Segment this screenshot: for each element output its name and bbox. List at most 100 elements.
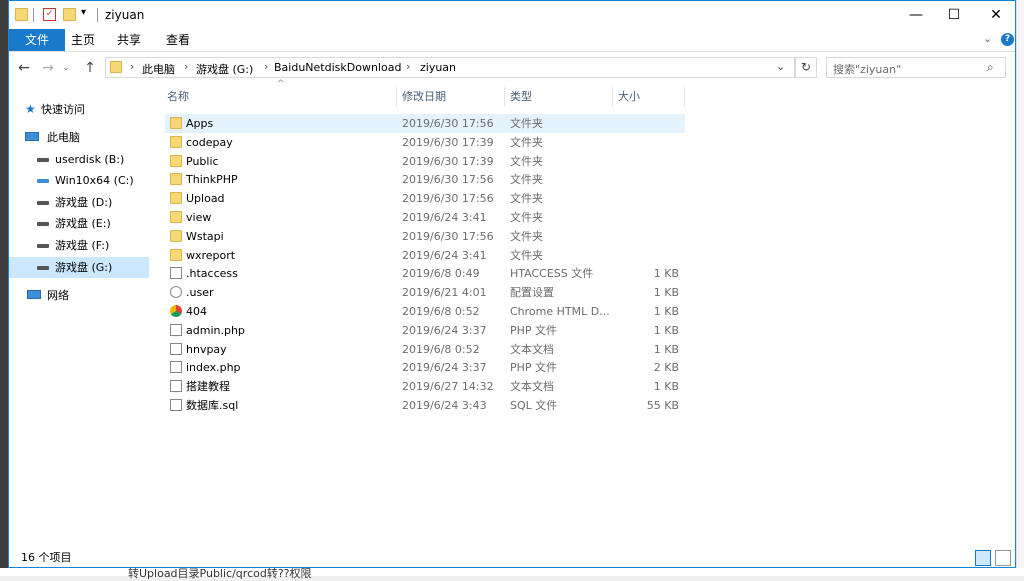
column-header-date[interactable]: 修改日期	[402, 85, 446, 109]
background-window-bottom: 转Upload目录Public/qrcod转??权限	[0, 567, 1024, 580]
sidebar-item-quick-access[interactable]: ★ 快速访问	[9, 99, 149, 120]
folder-icon	[170, 135, 182, 148]
column-divider[interactable]	[396, 87, 397, 107]
file-type: 文件夹	[510, 154, 543, 168]
file-icon	[170, 361, 182, 374]
table-row[interactable]: codepay 2019/6/30 17:39 文件夹	[165, 133, 685, 152]
tab-view[interactable]: 查看	[154, 29, 202, 51]
file-name: wxreport	[186, 248, 236, 262]
file-name: Upload	[186, 192, 225, 206]
sidebar-item-drive-e[interactable]: 游戏盘 (E:)	[9, 213, 149, 234]
sidebar-item-label: 游戏盘 (E:)	[55, 217, 111, 230]
file-date: 2019/6/8 0:52	[402, 305, 480, 318]
forward-icon[interactable]: →	[39, 59, 57, 77]
divider	[33, 8, 34, 22]
table-row[interactable]: index.php 2019/6/24 3:37 PHP 文件 2 KB	[165, 358, 685, 377]
refresh-icon[interactable]: ↻	[795, 57, 817, 78]
sidebar-item-this-pc[interactable]: 此电脑	[9, 127, 149, 148]
sidebar-item-network[interactable]: 网络	[9, 285, 149, 306]
file-date: 2019/6/24 3:37	[402, 361, 487, 375]
file-date: 2019/6/24 3:37	[402, 323, 487, 337]
table-row[interactable]: hnvpay 2019/6/8 0:52 文本文档 1 KB	[165, 340, 685, 359]
sidebar-item-drive-d[interactable]: 游戏盘 (D:)	[9, 192, 149, 213]
star-icon: ★	[25, 102, 36, 116]
sort-ascending-icon: ^	[277, 79, 285, 89]
file-date: 2019/6/8 0:49	[402, 267, 480, 281]
breadcrumb-baidu[interactable]: BaiduNetdiskDownload	[274, 61, 401, 74]
folder-icon	[110, 61, 122, 73]
file-date: 2019/6/30 17:56	[402, 117, 494, 130]
new-folder-icon[interactable]	[63, 8, 76, 21]
explorer-window: ✓ ▾ ziyuan — ☐ ✕ 文件 主页 共享 查看 ⌄ ? ← → ⌄ ↑…	[8, 0, 1016, 568]
window-title: ziyuan	[105, 8, 145, 22]
table-row[interactable]: 404 2019/6/8 0:52 Chrome HTML D... 1 KB	[165, 302, 685, 321]
sidebar-item-drive-g[interactable]: 游戏盘 (G:)	[9, 257, 149, 278]
sidebar-item-label: 游戏盘 (G:)	[55, 261, 113, 274]
table-row[interactable]: .htaccess 2019/6/8 0:49 HTACCESS 文件 1 KB	[165, 264, 685, 283]
file-icon	[170, 399, 182, 411]
tab-share[interactable]: 共享	[105, 29, 153, 51]
expand-ribbon-icon[interactable]: ⌄	[983, 32, 992, 45]
maximize-icon[interactable]: ☐	[931, 1, 977, 29]
file-name: 数据库.sql	[186, 399, 239, 412]
up-icon[interactable]: ↑	[81, 59, 99, 77]
file-name: Public	[186, 154, 219, 168]
sidebar-item-drive-f[interactable]: 游戏盘 (F:)	[9, 235, 149, 256]
table-row[interactable]: Upload 2019/6/30 17:56 文件夹	[165, 189, 685, 208]
sidebar-item-drive-c[interactable]: Win10x64 (C:)	[9, 170, 149, 191]
properties-icon[interactable]: ✓	[43, 8, 56, 21]
column-divider[interactable]	[684, 87, 685, 107]
details-view-icon[interactable]	[975, 550, 991, 566]
sidebar-item-label: 快速访问	[41, 103, 85, 116]
breadcrumb-separator: ›	[406, 60, 411, 73]
divider	[97, 8, 98, 22]
table-row[interactable]: 数据库.sql 2019/6/24 3:43 SQL 文件 55 KB	[165, 396, 685, 415]
large-icons-view-icon[interactable]	[995, 550, 1011, 566]
table-row[interactable]: .user 2019/6/21 4:01 配置设置 1 KB	[165, 283, 685, 302]
search-icon[interactable]: ⌕	[987, 60, 994, 75]
tab-home[interactable]: 主页	[59, 29, 107, 51]
table-row[interactable]: ThinkPHP 2019/6/30 17:56 文件夹	[165, 170, 685, 189]
folder-icon	[170, 117, 182, 129]
table-row[interactable]: admin.php 2019/6/24 3:37 PHP 文件 1 KB	[165, 321, 685, 340]
breadcrumb-this-pc[interactable]: 此电脑	[142, 61, 175, 77]
breadcrumb-drive-g[interactable]: 游戏盘 (G:)	[196, 61, 253, 77]
file-size: 1 KB	[653, 323, 679, 337]
file-name: index.php	[186, 361, 241, 375]
search-placeholder: 搜索"ziyuan"	[833, 63, 902, 76]
search-input[interactable]: 搜索"ziyuan" ⌕	[826, 57, 1006, 78]
tab-file[interactable]: 文件	[9, 29, 66, 51]
folder-icon	[170, 173, 182, 186]
column-divider[interactable]	[612, 87, 613, 107]
address-bar[interactable]: › 此电脑 › 游戏盘 (G:) › BaiduNetdiskDownload …	[105, 57, 795, 78]
table-row[interactable]: view 2019/6/24 3:41 文件夹	[165, 208, 685, 227]
chrome-icon	[170, 305, 182, 317]
breadcrumb-ziyuan[interactable]: ziyuan	[420, 61, 456, 74]
folder-icon	[170, 192, 182, 205]
back-icon[interactable]: ←	[15, 59, 33, 77]
column-header-type[interactable]: 类型	[510, 85, 532, 109]
table-row[interactable]: wxreport 2019/6/24 3:41 文件夹	[165, 246, 685, 265]
column-divider[interactable]	[504, 87, 505, 107]
file-size: 1 KB	[653, 380, 679, 394]
address-dropdown-icon[interactable]: ⌄	[776, 60, 785, 73]
column-header-size[interactable]: 大小	[618, 85, 640, 109]
folder-icon	[170, 154, 182, 167]
table-row[interactable]: Wstapi 2019/6/30 17:56 文件夹	[165, 227, 685, 246]
recent-locations-icon[interactable]: ⌄	[57, 59, 75, 77]
network-icon	[27, 290, 41, 299]
table-row[interactable]: Apps 2019/6/30 17:56 文件夹	[165, 114, 685, 133]
file-type: 文件夹	[510, 173, 543, 187]
file-icon	[170, 380, 182, 393]
table-row[interactable]: 搭建教程 2019/6/27 14:32 文本文档 1 KB	[165, 377, 685, 396]
column-header-name[interactable]: 名称	[167, 85, 189, 109]
file-name: hnvpay	[186, 342, 227, 356]
close-icon[interactable]: ✕	[973, 1, 1019, 29]
file-date: 2019/6/27 14:32	[402, 380, 494, 394]
customize-quick-access-icon[interactable]: ▾	[81, 7, 86, 18]
help-icon[interactable]: ?	[1001, 33, 1014, 46]
table-row[interactable]: Public 2019/6/30 17:39 文件夹	[165, 152, 685, 171]
file-name: 404	[186, 305, 207, 318]
sidebar-item-userdisk[interactable]: userdisk (B:)	[9, 149, 149, 170]
file-size: 1 KB	[653, 305, 679, 318]
